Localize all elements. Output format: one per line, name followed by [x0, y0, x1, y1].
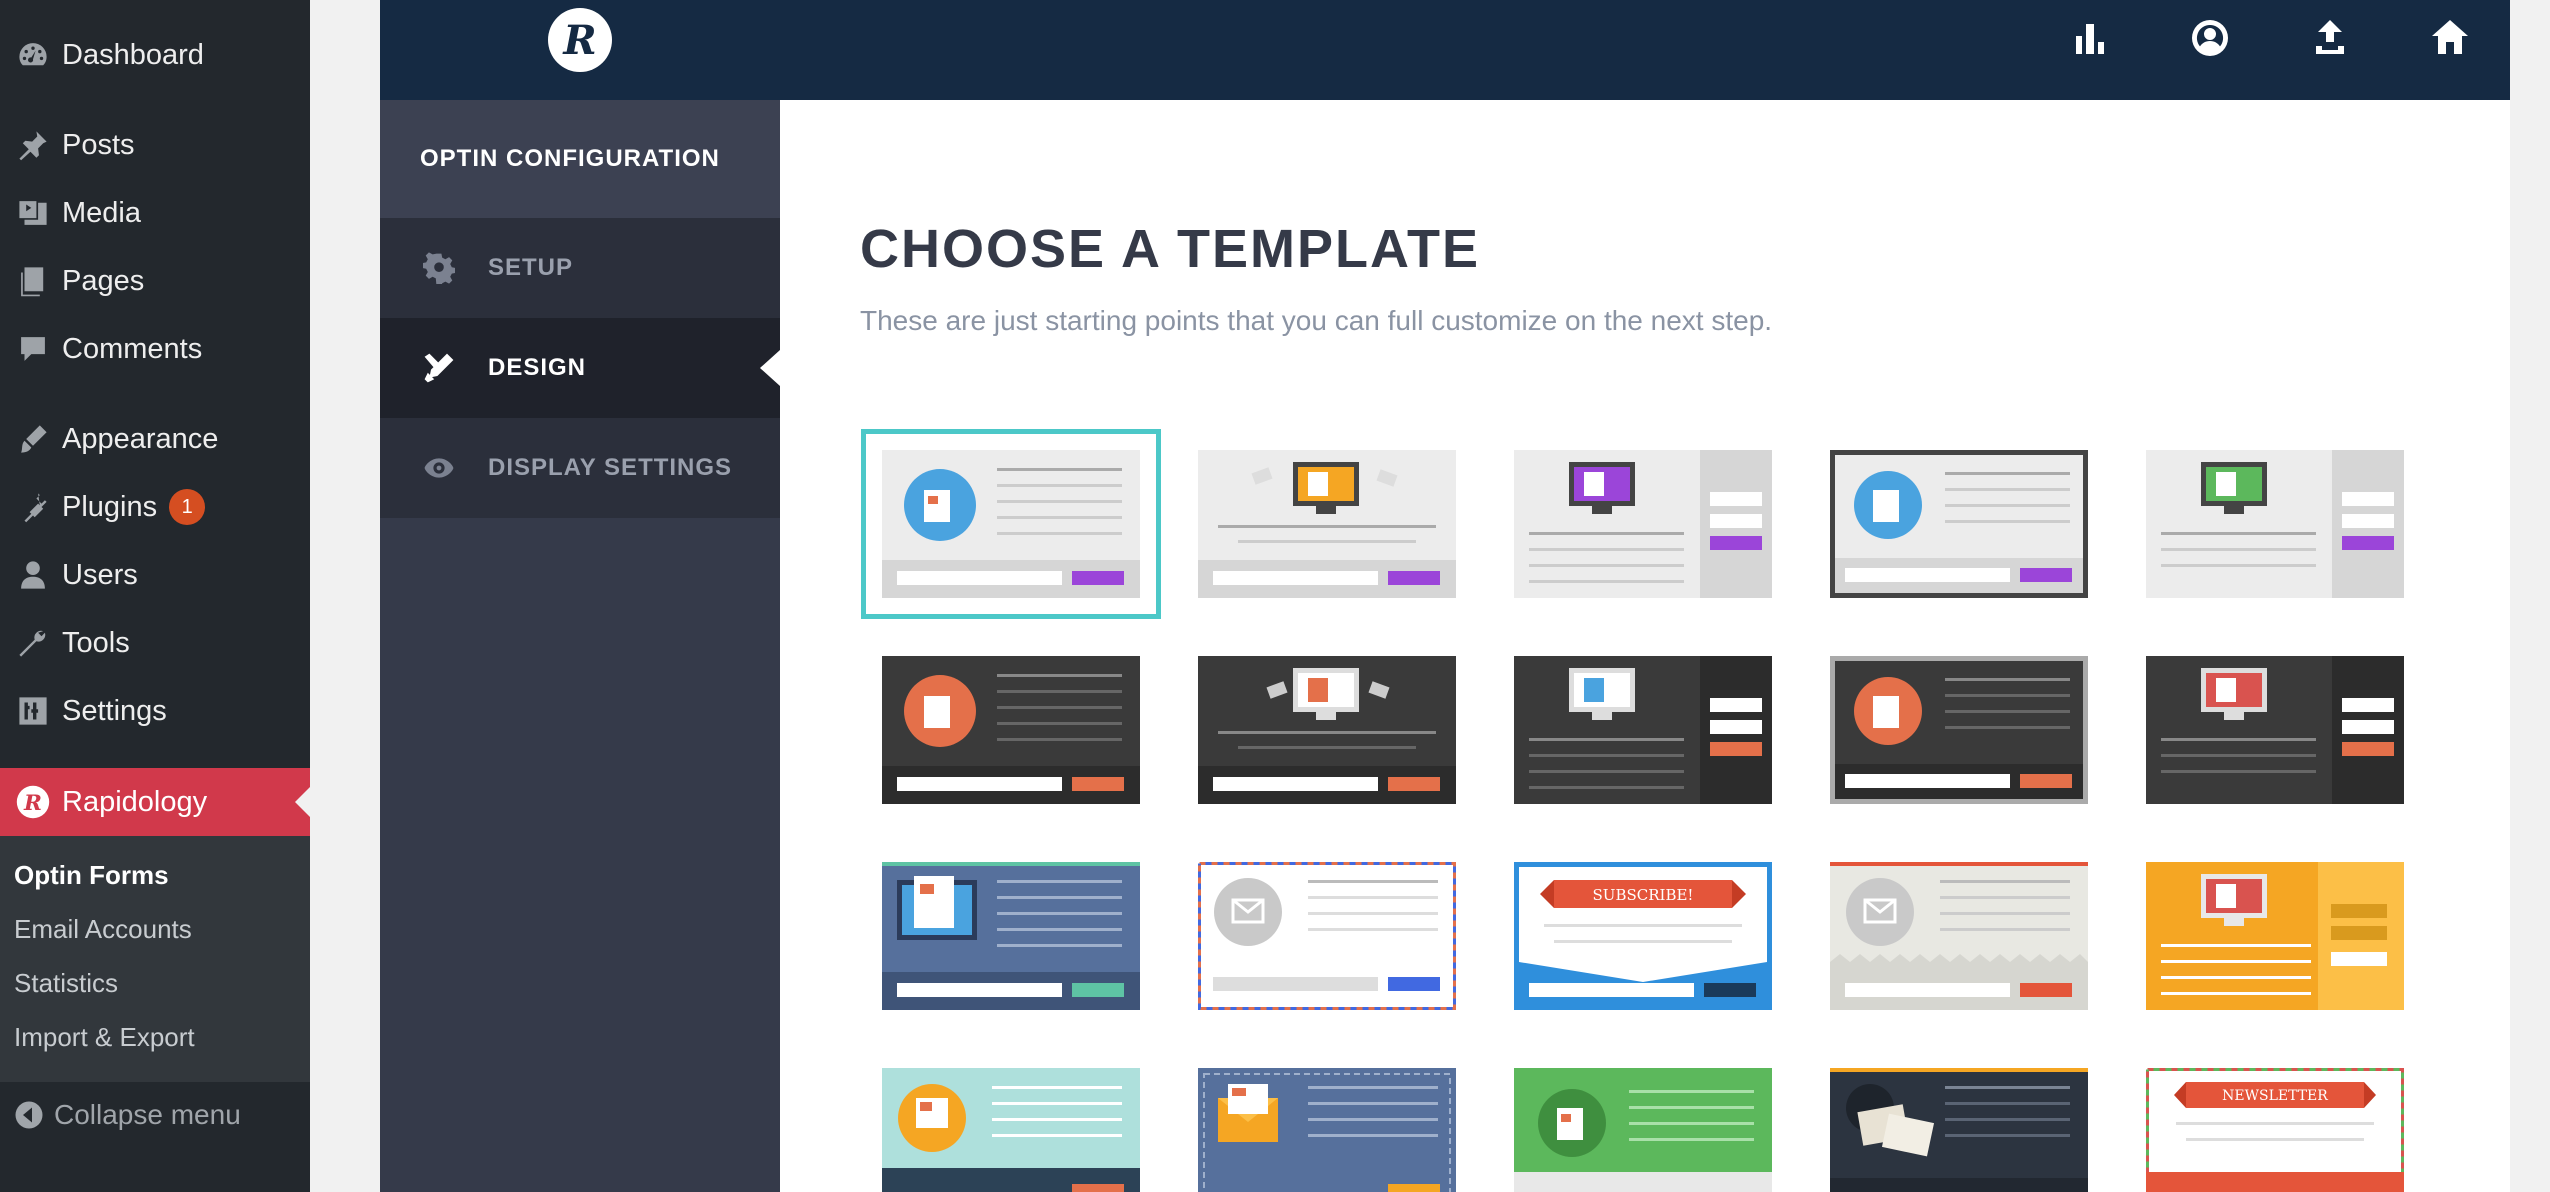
- template-thumbnail[interactable]: [2146, 656, 2404, 804]
- pages-icon: [0, 251, 62, 311]
- submenu-import-export[interactable]: Import & Export: [14, 1022, 195, 1053]
- nav-label: DISPLAY SETTINGS: [488, 454, 733, 481]
- nav-label: SETUP: [488, 254, 574, 281]
- svg-text:R: R: [23, 791, 42, 816]
- template-thumbnail[interactable]: [1198, 656, 1456, 804]
- nav-design[interactable]: DESIGN: [380, 318, 780, 418]
- rapidology-icon: R: [0, 772, 62, 832]
- media-icon: [0, 183, 62, 243]
- wp-admin-sidebar: Dashboard Posts Media Pages Comments App…: [0, 0, 310, 1192]
- bar-chart-icon[interactable]: [2070, 18, 2110, 58]
- menu-label: Pages: [62, 264, 145, 297]
- menu-label: Settings: [62, 694, 167, 727]
- optin-config-nav: OPTIN CONFIGURATION SETUP DESIGN DISPLAY…: [380, 100, 780, 1192]
- eye-icon: [380, 452, 488, 484]
- template-thumbnail[interactable]: [1198, 862, 1456, 1010]
- collapse-label: Collapse menu: [54, 1099, 241, 1130]
- menu-label: Comments: [62, 332, 203, 365]
- template-chooser: CHOOSE A TEMPLATE These are just startin…: [780, 100, 2510, 1192]
- user-icon: [0, 545, 62, 605]
- template-thumbnail[interactable]: [1514, 1068, 1772, 1192]
- menu-label: Tools: [62, 626, 130, 659]
- menu-users[interactable]: Users: [0, 545, 310, 605]
- menu-label: Rapidology: [62, 785, 208, 818]
- page-description: These are just starting points that you …: [860, 305, 1773, 336]
- newsletter-banner-text: NEWSLETTER: [2222, 1088, 2328, 1104]
- plugin-icon: [0, 477, 62, 537]
- menu-label: Plugins: [62, 490, 158, 523]
- menu-comments[interactable]: Comments: [0, 319, 310, 379]
- menu-label: Dashboard: [62, 38, 204, 71]
- plugin-update-badge: 1: [169, 489, 206, 525]
- menu-media[interactable]: Media: [0, 183, 310, 243]
- sliders-icon: [0, 681, 62, 741]
- menu-tools[interactable]: Tools: [0, 613, 310, 673]
- template-thumbnail[interactable]: [882, 656, 1140, 804]
- submenu-statistics[interactable]: Statistics: [14, 968, 118, 999]
- template-thumbnail[interactable]: [2146, 450, 2404, 598]
- plugin-header: R: [380, 0, 2510, 100]
- menu-label: Users: [62, 558, 138, 591]
- subscribe-banner-text: SUBSCRIBE!: [1593, 886, 1694, 904]
- logo-letter: R: [563, 16, 597, 64]
- template-thumbnail[interactable]: [2146, 862, 2404, 1010]
- collapse-menu-button[interactable]: Collapse menu: [0, 1090, 310, 1140]
- menu-label: Appearance: [62, 422, 219, 455]
- pin-icon: [0, 115, 62, 175]
- rapidology-logo: R: [548, 8, 612, 72]
- comment-icon: [0, 319, 62, 379]
- wrench-icon: [0, 613, 62, 673]
- active-menu-arrow: [295, 787, 310, 817]
- menu-label: Media: [62, 196, 141, 229]
- collapse-arrow-icon: [0, 1100, 54, 1130]
- nav-label: DESIGN: [488, 354, 587, 381]
- dashboard-icon: [0, 25, 62, 85]
- menu-pages[interactable]: Pages: [0, 251, 310, 311]
- menu-plugins[interactable]: Plugins 1: [0, 477, 310, 537]
- template-thumbnail[interactable]: [861, 429, 1161, 619]
- submenu-optin-forms[interactable]: Optin Forms: [14, 860, 169, 891]
- template-thumbnail[interactable]: [1198, 1068, 1456, 1192]
- template-thumbnail[interactable]: [1198, 450, 1456, 598]
- template-thumbnail[interactable]: [882, 862, 1140, 1010]
- menu-settings[interactable]: Settings: [0, 681, 310, 741]
- nav-setup[interactable]: SETUP: [380, 218, 780, 318]
- template-thumbnail[interactable]: [1830, 862, 2088, 1010]
- menu-dashboard[interactable]: Dashboard: [0, 25, 310, 85]
- brush-icon: [0, 409, 62, 469]
- rapidology-submenu: Optin Forms Email Accounts Statistics Im…: [0, 836, 310, 1082]
- menu-posts[interactable]: Posts: [0, 115, 310, 175]
- template-thumbnail[interactable]: [1830, 450, 2088, 598]
- home-icon[interactable]: [2430, 18, 2470, 58]
- template-thumbnail[interactable]: SUBSCRIBE!: [1514, 862, 1772, 1010]
- upload-icon[interactable]: [2310, 18, 2350, 58]
- page-title: CHOOSE A TEMPLATE: [860, 219, 1481, 279]
- template-thumbnail[interactable]: [882, 1068, 1140, 1192]
- submenu-email-accounts[interactable]: Email Accounts: [14, 914, 192, 945]
- menu-rapidology[interactable]: R Rapidology: [0, 768, 310, 836]
- template-thumbnail[interactable]: NEWSLETTER: [2146, 1068, 2404, 1192]
- nav-display-settings[interactable]: DISPLAY SETTINGS: [380, 418, 780, 518]
- config-nav-title: OPTIN CONFIGURATION: [380, 100, 780, 218]
- template-thumbnail[interactable]: [1830, 1068, 2088, 1192]
- template-thumbnail[interactable]: [1514, 656, 1772, 804]
- template-thumbnail[interactable]: [1514, 450, 1772, 598]
- gear-icon: [380, 252, 488, 284]
- template-thumbnail[interactable]: [1830, 656, 2088, 804]
- active-nav-arrow: [760, 350, 780, 386]
- pencil-ruler-icon: [380, 352, 488, 384]
- menu-label: Posts: [62, 128, 135, 161]
- user-circle-icon[interactable]: [2190, 18, 2230, 58]
- menu-appearance[interactable]: Appearance: [0, 409, 310, 469]
